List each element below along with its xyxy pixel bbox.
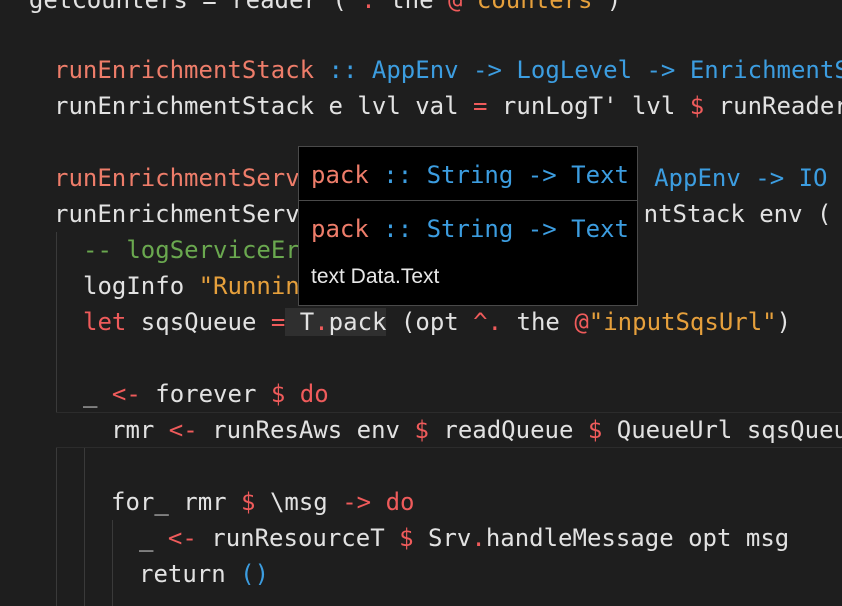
code-token: \ xyxy=(255,488,285,516)
code-token: @ xyxy=(559,308,589,336)
code-token: msg xyxy=(284,488,328,516)
code-token: ntStack env ( xyxy=(643,200,832,228)
code-token: runEnrichmentStack e lvl val xyxy=(54,92,459,120)
code-token: -> xyxy=(327,488,372,516)
code-token: _ xyxy=(139,524,154,552)
code-token: -> xyxy=(458,56,502,84)
hover-token: String xyxy=(412,215,514,243)
code-token: @ xyxy=(447,0,463,14)
code-token: pack xyxy=(328,308,387,336)
hover-name: pack xyxy=(311,161,369,189)
code-token: "counters" xyxy=(462,0,607,14)
code-string: "Runnin xyxy=(198,272,300,300)
code-line[interactable]: for_ rmr $ \msg -> do xyxy=(111,484,842,520)
code-token: logInfo xyxy=(83,272,199,300)
code-token: rmr xyxy=(111,416,155,444)
code-token: $ xyxy=(675,92,705,120)
code-token: $ xyxy=(226,488,256,516)
hover-token: Text xyxy=(556,215,629,243)
hovered-symbol[interactable]: T.pack xyxy=(285,308,387,336)
code-token: :: xyxy=(314,56,358,84)
code-token: = xyxy=(256,308,286,336)
code-token: LogLevel xyxy=(501,56,633,84)
code-token: $ xyxy=(384,524,414,552)
code-token: runEnrichmentServ xyxy=(54,164,300,192)
hover-token: :: xyxy=(368,215,413,243)
hover-token: :: xyxy=(368,161,413,189)
code-token: () xyxy=(225,560,270,588)
hover-signature: pack :: String -> Text xyxy=(311,157,629,193)
code-token: for_ rmr xyxy=(111,488,227,516)
hover-tooltip: pack :: String -> Text pack :: String ->… xyxy=(298,146,638,306)
code-token: AppEnv xyxy=(639,164,741,192)
hover-signature-detail: pack :: String -> Text xyxy=(311,211,629,247)
code-token: T xyxy=(285,308,315,336)
code-token: runEnrichmentServ xyxy=(54,200,300,228)
code-token: sqsQueue xyxy=(126,308,257,336)
hover-token: String xyxy=(412,161,514,189)
code-token: runResAws env xyxy=(197,416,401,444)
code-token: _ xyxy=(83,380,98,408)
code-token: the xyxy=(375,0,448,14)
code-token: forever xyxy=(140,380,257,408)
code-line[interactable]: runEnrichmentStack e lvl val = runLogT' … xyxy=(54,88,842,124)
code-line[interactable]: getCounters = reader (^. the @"counters"… xyxy=(0,0,842,18)
code-comment: -- logServiceEr xyxy=(83,236,300,264)
code-token: <- xyxy=(153,524,197,552)
code-token: (opt xyxy=(386,308,459,336)
code-token: the xyxy=(502,308,560,336)
code-line[interactable]: _ <- forever $ do xyxy=(83,376,842,412)
code-token: runReader xyxy=(704,92,842,120)
code-keyword: let xyxy=(83,308,127,336)
code-keyword: do xyxy=(285,380,329,408)
hover-doc: text Data.Text xyxy=(311,265,440,288)
code-token: readQueue xyxy=(428,416,574,444)
code-token: = reader ( xyxy=(187,0,347,14)
code-token: runResourceT xyxy=(196,524,385,552)
hover-token: Text xyxy=(556,161,629,189)
code-token: QueueUrl sqsQueu xyxy=(602,416,842,444)
code-token: ) xyxy=(776,308,792,336)
code-token: EnrichmentS xyxy=(675,56,842,84)
indent-guide xyxy=(112,520,113,606)
code-token: return xyxy=(139,560,226,588)
code-token: . xyxy=(314,308,329,336)
code-line[interactable]: _ <- runResourceT $ Srv.handleMessage op… xyxy=(139,520,842,556)
code-token: IO xyxy=(784,164,828,192)
code-token: getCounters xyxy=(28,0,188,14)
code-keyword: do xyxy=(371,488,415,516)
code-token: -> xyxy=(632,56,676,84)
code-line-current[interactable]: rmr <- runResAws env $ readQueue $ Queue… xyxy=(56,412,842,448)
hover-name: pack xyxy=(311,215,369,243)
hover-token: -> xyxy=(513,215,557,243)
code-token: Srv xyxy=(413,524,472,552)
code-token: runEnrichmentStack xyxy=(54,56,315,84)
code-token: <- xyxy=(154,416,198,444)
code-token: -> xyxy=(740,164,785,192)
hover-token: -> xyxy=(513,161,557,189)
code-token: = xyxy=(458,92,488,120)
code-token: ) xyxy=(606,0,622,14)
code-string: "inputSqsUrl" xyxy=(588,308,777,336)
code-token: $ xyxy=(400,416,429,444)
code-token: AppEnv xyxy=(357,56,459,84)
code-token: $ xyxy=(573,416,603,444)
code-token: ^. xyxy=(346,0,376,14)
code-token: . xyxy=(471,524,486,552)
code-line[interactable]: return () xyxy=(139,556,842,592)
code-token: ^. xyxy=(458,308,503,336)
hover-divider xyxy=(299,200,637,201)
code-token: runLogT' lvl xyxy=(487,92,676,120)
code-token: <- xyxy=(97,380,141,408)
code-token: handleMessage opt msg xyxy=(485,524,790,552)
code-line[interactable]: let sqsQueue = T.pack (opt ^. the @"inpu… xyxy=(83,304,842,340)
code-token: $ xyxy=(256,380,286,408)
code-line[interactable]: runEnrichmentStack :: AppEnv -> LogLevel… xyxy=(54,52,842,88)
